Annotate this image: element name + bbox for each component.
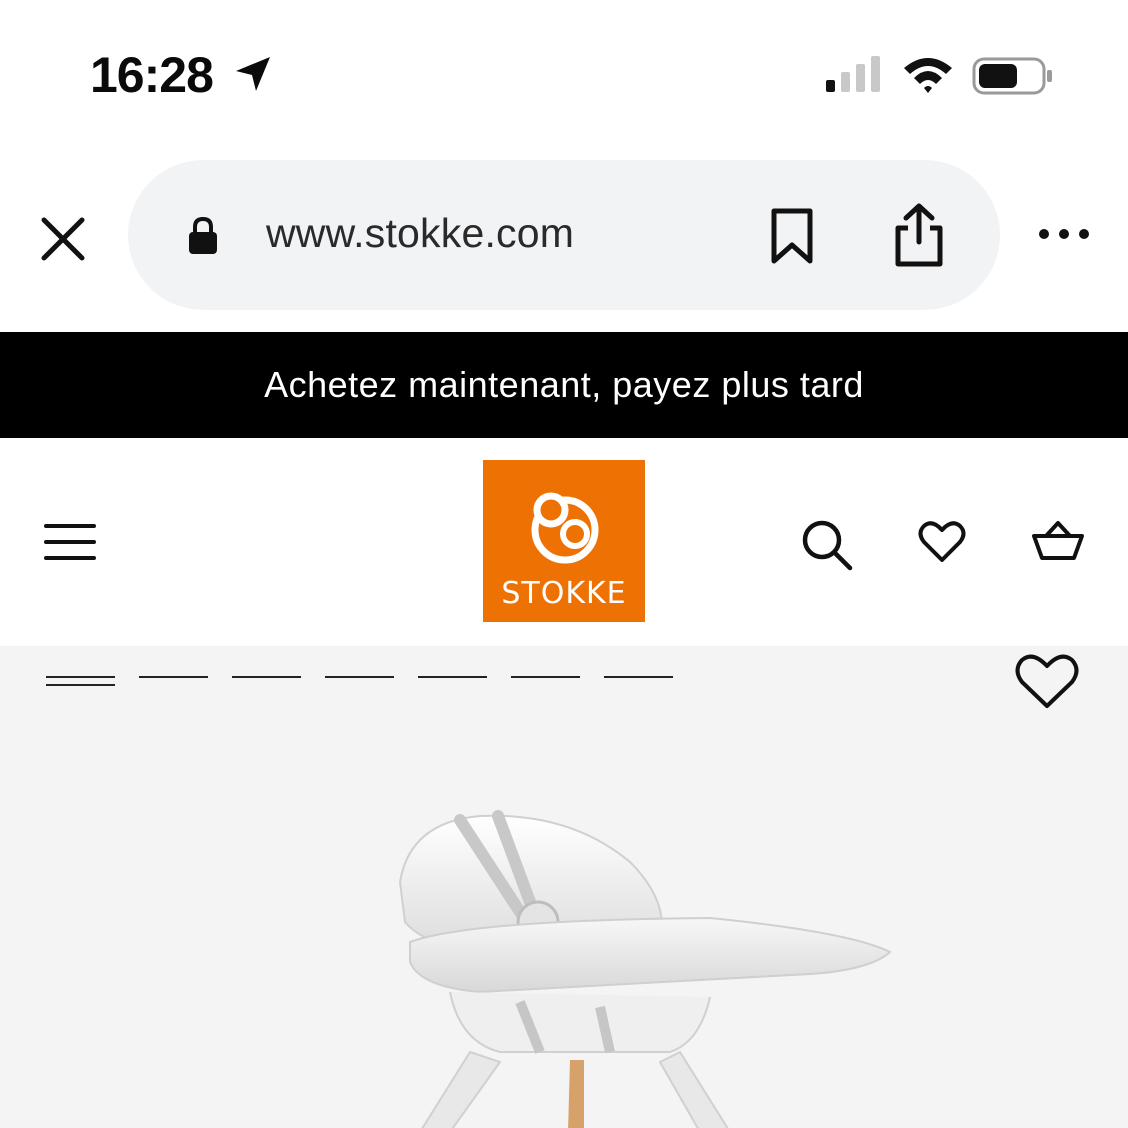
stokke-logo[interactable]: STOKKE bbox=[483, 460, 645, 622]
wifi-icon bbox=[904, 58, 952, 93]
gallery-dot[interactable] bbox=[511, 676, 580, 686]
gallery-dot[interactable] bbox=[604, 676, 673, 686]
gallery-dot[interactable] bbox=[139, 676, 208, 686]
share-icon[interactable] bbox=[892, 202, 946, 268]
logo-text: STOKKE bbox=[501, 576, 627, 611]
high-chair-image bbox=[398, 810, 892, 1128]
stokke-logo-mark-icon bbox=[531, 492, 599, 564]
lock-icon bbox=[189, 216, 217, 254]
location-arrow-icon bbox=[236, 57, 270, 91]
status-time: 16:28 bbox=[90, 47, 214, 103]
status-bar: 16:28 bbox=[0, 0, 1128, 150]
close-icon[interactable] bbox=[38, 214, 88, 264]
more-icon[interactable] bbox=[1036, 222, 1092, 246]
heart-outline-icon[interactable] bbox=[1014, 652, 1080, 712]
product-gallery[interactable] bbox=[0, 646, 1128, 1128]
promo-banner[interactable]: Achetez maintenant, payez plus tard bbox=[0, 332, 1128, 438]
gallery-dot[interactable] bbox=[325, 676, 394, 686]
bookmark-icon[interactable] bbox=[768, 208, 816, 264]
search-icon[interactable] bbox=[800, 518, 854, 572]
site-header: STOKKE bbox=[0, 438, 1128, 646]
menu-icon[interactable] bbox=[44, 522, 96, 562]
battery-icon bbox=[972, 57, 1052, 95]
browser-bar: www.stokke.com bbox=[0, 150, 1128, 332]
gallery-dot[interactable] bbox=[232, 676, 301, 686]
gallery-pagination bbox=[46, 676, 673, 686]
url-text[interactable]: www.stokke.com bbox=[266, 210, 574, 257]
gallery-dot[interactable] bbox=[418, 676, 487, 686]
heart-icon[interactable] bbox=[918, 520, 966, 564]
gallery-dot-active[interactable] bbox=[46, 676, 115, 686]
cellular-signal-icon bbox=[826, 56, 880, 92]
basket-icon[interactable] bbox=[1032, 520, 1084, 560]
promo-text: Achetez maintenant, payez plus tard bbox=[264, 364, 864, 405]
